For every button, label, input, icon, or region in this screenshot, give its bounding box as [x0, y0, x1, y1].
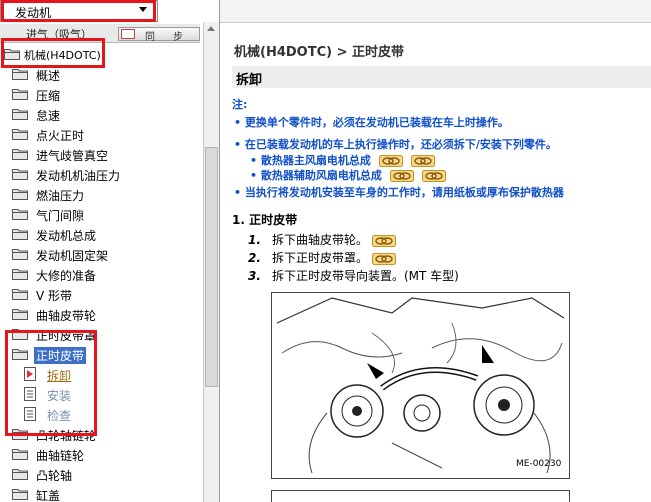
annotation-box-dropdown — [1, 0, 156, 22]
tree-node-label: 怠速 — [36, 109, 61, 123]
substep-number: 2. — [248, 251, 261, 265]
note-text: 更换单个零件时，必须在发动机已装载在车上时操作。 — [244, 116, 509, 129]
nav-scrollbar[interactable] — [203, 22, 219, 502]
tree-node-label: 压缩 — [36, 89, 61, 103]
link-icon[interactable] — [410, 155, 435, 167]
section-title: 拆卸 — [236, 73, 263, 88]
sync-label: 同步 — [145, 32, 201, 43]
link-icon[interactable] — [372, 234, 397, 247]
note-subitem: • 散热器主风扇电机总成 — [250, 152, 435, 168]
tree-node[interactable]: 缸盖 — [0, 484, 200, 502]
tree-node[interactable]: 燃油压力 — [0, 184, 200, 204]
folder-icon — [12, 129, 28, 140]
tree-node-label: 燃油压力 — [36, 189, 85, 203]
tree-node[interactable]: 气门间隙 — [0, 204, 200, 224]
tree-node[interactable]: 大修的准备 — [0, 264, 200, 284]
substep-text: 拆下曲轴皮带轮。 — [272, 233, 369, 247]
folder-icon — [12, 109, 28, 120]
substep: 2. 拆下正时皮带罩。 — [248, 249, 397, 266]
note-text: 当执行将发动机安装至车身的工作时，请用纸板或厚布保护散热器 — [244, 186, 564, 199]
tree-node-label: V 形带 — [36, 289, 73, 303]
note-item: • 在已装载发动机的车上执行操作时，还必须拆下/安装下列零件。 — [234, 138, 557, 151]
link-icon[interactable] — [372, 252, 397, 265]
breadcrumb: 机械(H4DOTC) > 正时皮带 — [234, 45, 405, 60]
note-subitem: • 散热器辅助风扇电机总成 — [250, 167, 446, 183]
tree-node[interactable]: 怠速 — [0, 104, 200, 124]
tree-node[interactable]: 发动机固定架 — [0, 244, 200, 264]
folder-icon — [12, 169, 28, 180]
tree-node-label: 缸盖 — [36, 489, 61, 502]
folder-icon — [12, 269, 28, 280]
substep: 3. 拆下正时皮带导向装置。(MT 车型) — [248, 267, 459, 284]
tree-node[interactable]: 发动机总成 — [0, 224, 200, 244]
substep-text: 拆下正时皮带导向装置。(MT 车型) — [272, 269, 459, 283]
note-text: 在已装载发动机的车上执行操作时，还必须拆下/安装下列零件。 — [244, 138, 557, 151]
annotation-box-root — [1, 38, 105, 68]
substep-text: 拆下正时皮带罩。 — [272, 251, 369, 265]
note-text: 散热器辅助风扇电机总成 — [260, 169, 382, 182]
tree-node[interactable]: 曲轴皮带轮 — [0, 304, 200, 324]
scroll-thumb[interactable] — [205, 147, 218, 387]
folder-icon — [12, 249, 28, 260]
folder-icon — [12, 69, 28, 80]
tree-node-label: 发动机总成 — [36, 229, 97, 243]
folder-icon — [12, 89, 28, 100]
tree-node[interactable]: 发动机机油压力 — [0, 164, 200, 184]
content-pane: 机械(H4DOTC) > 正时皮带 拆卸 注: • 更换单个零件时，必须在发动机… — [220, 0, 651, 502]
folder-icon — [12, 489, 28, 500]
tree-node[interactable]: 压缩 — [0, 84, 200, 104]
link-icon[interactable] — [421, 170, 446, 182]
folder-icon — [12, 189, 28, 200]
folder-icon — [12, 229, 28, 240]
note-text: 散热器主风扇电机总成 — [260, 154, 371, 167]
folder-icon — [12, 209, 28, 220]
link-icon[interactable] — [378, 155, 403, 167]
note-item: • 更换单个零件时，必须在发动机已装载在车上时操作。 — [234, 116, 509, 129]
tree-node-label: 曲轴链轮 — [36, 449, 85, 463]
link-icon[interactable] — [389, 170, 414, 182]
annotation-box-selection — [5, 330, 97, 436]
folder-icon — [12, 289, 28, 300]
sync-button[interactable]: 同步 — [118, 27, 201, 43]
tree-node-label: 概述 — [36, 69, 61, 83]
tree-node-label: 进气歧管真空 — [36, 149, 109, 163]
folder-icon — [12, 149, 28, 160]
tree-node-label: 大修的准备 — [36, 269, 97, 283]
timing-belt-illustration: ME-00230 — [271, 292, 570, 479]
sync-icon — [121, 29, 135, 39]
substep: 1. 拆下曲轴皮带轮。 — [248, 231, 397, 248]
tree-node-label: 曲轴皮带轮 — [36, 309, 97, 323]
figure-label: ME-00230 — [516, 459, 562, 469]
tree-node-label: 点火正时 — [36, 129, 85, 143]
tree-node-label: 发动机机油压力 — [36, 169, 121, 183]
step-heading: 1. 正时皮带 — [232, 213, 298, 227]
note-item: • 当执行将发动机安装至车身的工作时，请用纸板或厚布保护散热器 — [234, 186, 564, 199]
tree-node[interactable]: 凸轮轴 — [0, 464, 200, 484]
tree-node-label: 发动机固定架 — [36, 249, 109, 263]
folder-icon — [12, 309, 28, 320]
tree-node-label: 气门间隙 — [36, 209, 85, 223]
folder-icon — [12, 449, 28, 460]
tree-node[interactable]: 进气歧管真空 — [0, 144, 200, 164]
engine-diagram — [276, 297, 565, 474]
tree-node-label: 凸轮轴 — [36, 469, 73, 483]
tree-node[interactable]: V 形带 — [0, 284, 200, 304]
tree-node[interactable]: 点火正时 — [0, 124, 200, 144]
next-illustration — [271, 490, 570, 502]
folder-icon — [12, 469, 28, 480]
substep-number: 3. — [248, 269, 261, 283]
scroll-up-icon[interactable] — [207, 26, 215, 31]
note-label: 注: — [232, 98, 248, 111]
substep-number: 1. — [248, 233, 261, 247]
content-toolbar — [220, 0, 651, 23]
section-header: 拆卸 — [232, 66, 651, 88]
tree-node[interactable]: 曲轴链轮 — [0, 444, 200, 464]
